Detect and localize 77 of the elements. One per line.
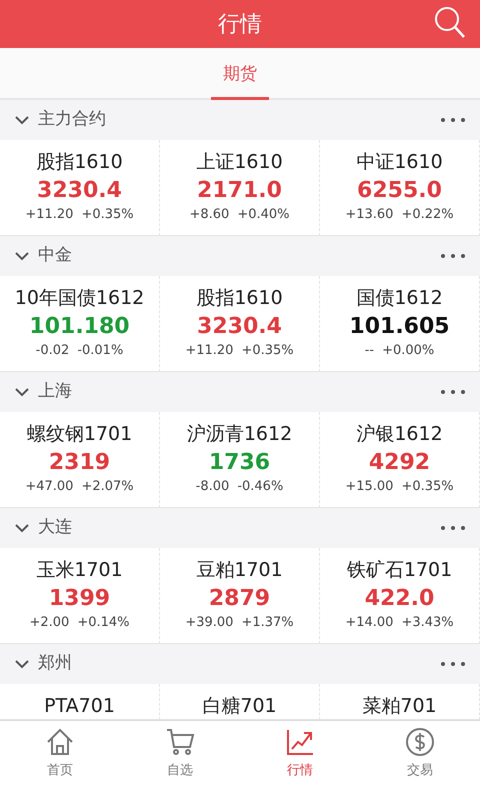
change-percent: +1.37% bbox=[241, 614, 294, 632]
change-percent: +0.14% bbox=[77, 614, 130, 632]
search-icon[interactable] bbox=[434, 6, 466, 40]
contract-name: 菜粕701 bbox=[361, 694, 438, 719]
contract-name: 股指1610 bbox=[35, 150, 124, 175]
home-icon bbox=[45, 727, 75, 757]
chart-icon bbox=[285, 727, 315, 757]
change-value: +2.00 bbox=[29, 614, 70, 632]
chevron-icon[interactable] bbox=[14, 251, 30, 261]
price: 6255.0 bbox=[356, 176, 443, 204]
contract-name: 股指1610 bbox=[195, 286, 284, 311]
contract-name: 玉米1701 bbox=[35, 558, 124, 583]
change-percent: -0.46% bbox=[237, 478, 284, 496]
change-percent: +0.00% bbox=[382, 342, 434, 360]
nav-tab[interactable]: 行情 bbox=[240, 721, 360, 800]
price: 101.180 bbox=[28, 312, 131, 340]
price: 2319 bbox=[48, 448, 112, 476]
change-percent: +3.43% bbox=[401, 614, 454, 632]
change-value: -- bbox=[364, 342, 374, 360]
contract-name: 白糖701 bbox=[201, 694, 278, 719]
change-value: +11.20 bbox=[185, 342, 234, 360]
contract-name: 豆粕1701 bbox=[195, 558, 284, 583]
tab[interactable]: 期货 bbox=[211, 48, 269, 100]
contract-name: 沪沥青1612 bbox=[186, 422, 294, 447]
more-icon[interactable] bbox=[440, 661, 466, 667]
change-value: +11.20 bbox=[25, 206, 74, 224]
section-title: 大连 bbox=[38, 516, 73, 540]
chevron-icon[interactable] bbox=[14, 387, 30, 397]
price: 2171.0 bbox=[196, 176, 283, 204]
change-value: +39.00 bbox=[185, 614, 234, 632]
change-value: +13.60 bbox=[345, 206, 394, 224]
contract-name: 上证1610 bbox=[195, 150, 284, 175]
more-icon[interactable] bbox=[440, 389, 466, 395]
contract-name: 10年国债1612 bbox=[14, 286, 146, 311]
section-title: 郑州 bbox=[38, 652, 73, 676]
chevron-icon[interactable] bbox=[14, 659, 30, 669]
section-title: 主力合约 bbox=[38, 108, 107, 132]
dollar-icon bbox=[405, 727, 435, 757]
change-value: +14.00 bbox=[345, 614, 394, 632]
more-icon[interactable] bbox=[440, 525, 466, 531]
change-percent: +0.35% bbox=[81, 206, 134, 224]
change-value: +8.60 bbox=[189, 206, 230, 224]
price: 2879 bbox=[208, 584, 272, 612]
nav-tab[interactable]: 自选 bbox=[120, 721, 240, 800]
price: 422.0 bbox=[364, 584, 436, 612]
change-value: -0.02 bbox=[36, 342, 70, 360]
price: 101.605 bbox=[348, 312, 451, 340]
change-percent: +0.35% bbox=[241, 342, 294, 360]
change-value: +47.00 bbox=[25, 478, 74, 496]
price: 1736 bbox=[208, 448, 272, 476]
nav-tab[interactable]: 交易 bbox=[360, 721, 480, 800]
cart-icon bbox=[165, 727, 195, 757]
contract-name: 螺纹钢1701 bbox=[26, 422, 134, 447]
contract-name: PTA701 bbox=[43, 694, 116, 719]
contract-name: 国债1612 bbox=[355, 286, 444, 311]
chevron-icon[interactable] bbox=[14, 115, 30, 125]
contract-name: 中证1610 bbox=[355, 150, 444, 175]
change-value: -8.00 bbox=[196, 478, 230, 496]
contract-name: 铁矿石1701 bbox=[346, 558, 454, 583]
price: 3230.4 bbox=[196, 312, 283, 340]
more-icon[interactable] bbox=[440, 117, 466, 123]
section-title: 中金 bbox=[38, 244, 73, 268]
price: 1399 bbox=[48, 584, 112, 612]
chevron-icon[interactable] bbox=[14, 523, 30, 533]
contract-name: 沪银1612 bbox=[355, 422, 444, 447]
change-percent: +2.07% bbox=[81, 478, 134, 496]
more-icon[interactable] bbox=[440, 253, 466, 259]
price: 4292 bbox=[368, 448, 432, 476]
nav-tab[interactable]: 首页 bbox=[0, 721, 120, 800]
change-percent: +0.35% bbox=[401, 478, 454, 496]
change-value: +15.00 bbox=[345, 478, 394, 496]
section-title: 上海 bbox=[38, 380, 73, 404]
change-percent: -0.01% bbox=[77, 342, 124, 360]
price: 3230.4 bbox=[36, 176, 123, 204]
page-title: 行情 bbox=[218, 10, 262, 38]
change-percent: +0.22% bbox=[401, 206, 454, 224]
change-percent: +0.40% bbox=[237, 206, 290, 224]
